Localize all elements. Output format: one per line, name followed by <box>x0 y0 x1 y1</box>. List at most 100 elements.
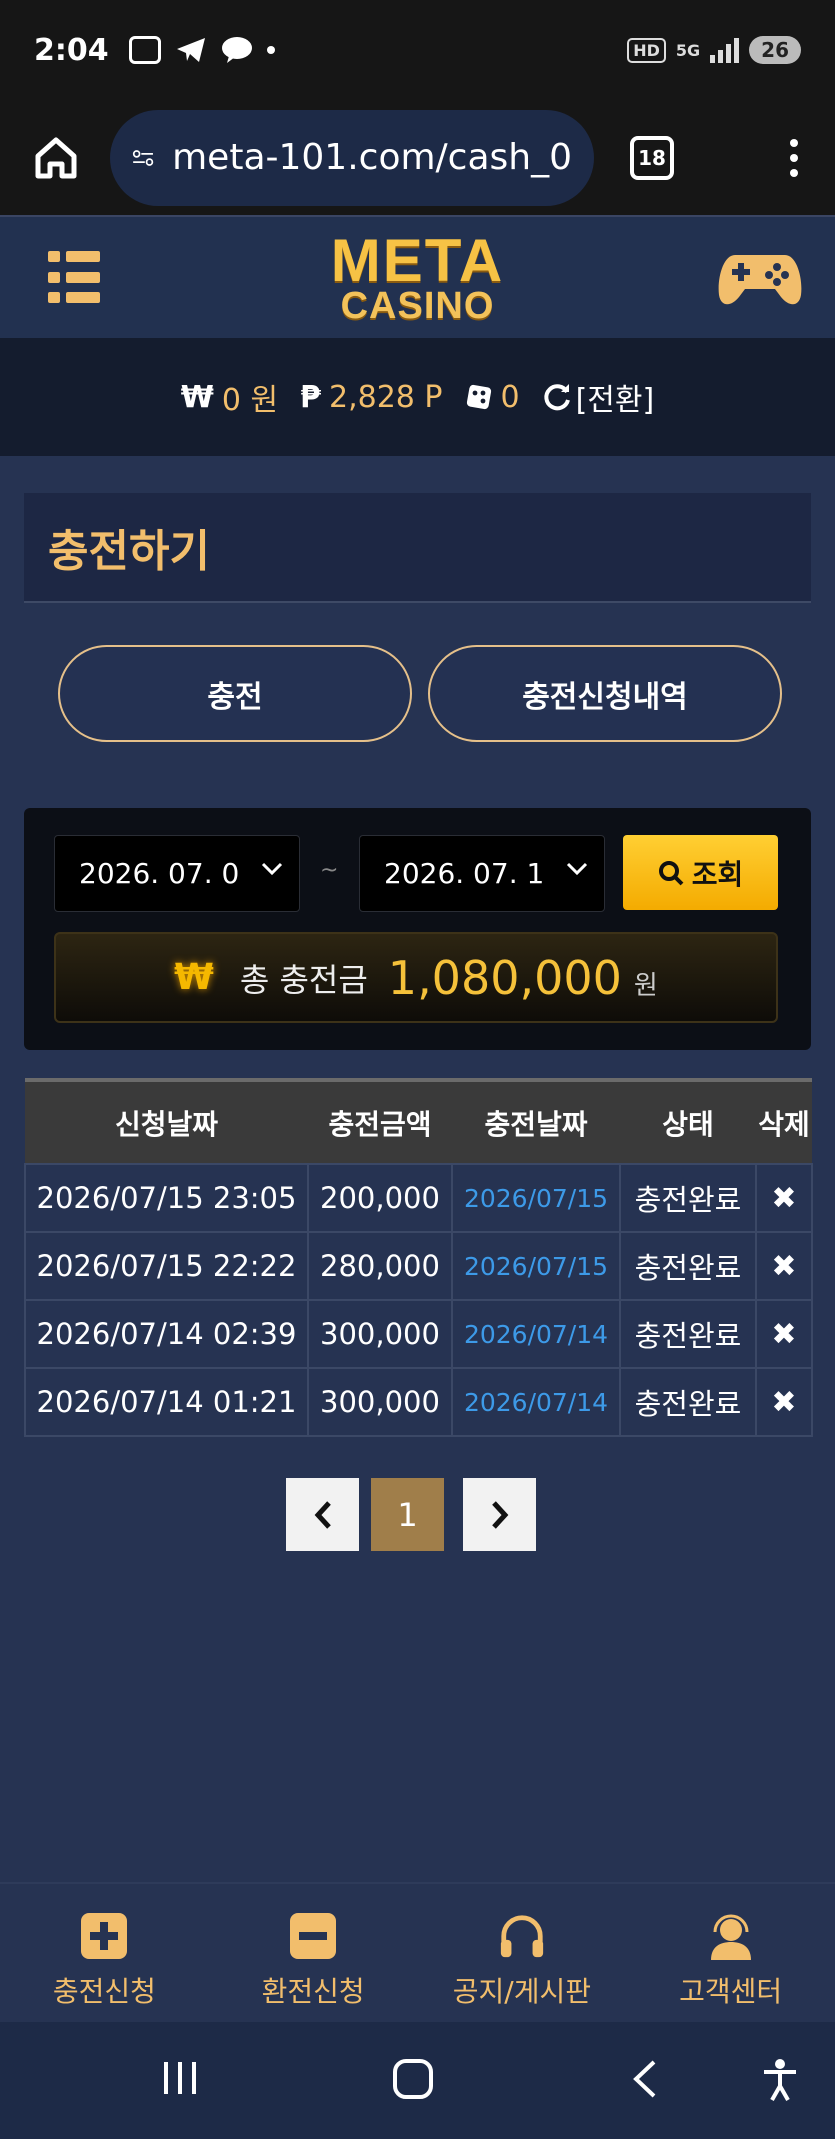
signal-icon <box>710 37 740 63</box>
bottom-nav: 충전신청 환전신청 공지/게시판 고객센터 <box>0 1882 835 2022</box>
point-balance-value: 2,828 P <box>328 379 443 415</box>
amount-cell: 280,000 <box>307 1231 453 1301</box>
table-header-row: 신청날짜 충전금액 충전날짜 상태 삭제 <box>25 1080 812 1164</box>
telegram-icon <box>176 38 205 62</box>
cash-balance: ₩ 0 원 <box>181 375 278 419</box>
column-header-amount: 충전금액 <box>328 1107 432 1141</box>
home-nav-icon[interactable] <box>392 2058 434 2100</box>
delete-button[interactable]: ✖ <box>755 1299 813 1369</box>
headphones-icon <box>498 1912 546 1960</box>
charge-date-cell: 2026/07/14 <box>451 1367 621 1437</box>
total-charge-box: ₩ 총 충전금 1,080,000 원 <box>54 932 778 1023</box>
browser-toolbar: meta-101.com/cash_0 18 <box>0 100 835 215</box>
page-title: 충전하기 <box>48 526 210 577</box>
table-row: 2026/07/15 22:22 280,000 2026/07/15 충전완료… <box>24 1231 813 1301</box>
nav-deposit-request[interactable]: 충전신청 <box>0 1884 209 2022</box>
column-header-status: 상태 <box>662 1107 714 1141</box>
date-from-value: 2026. 07. 0 <box>79 857 240 890</box>
site-logo[interactable]: META CASINO <box>330 226 505 327</box>
nav-withdraw-request[interactable]: 환전신청 <box>209 1884 418 2022</box>
amount-cell: 300,000 <box>307 1367 453 1437</box>
support-agent-icon <box>707 1912 755 1960</box>
site-settings-icon[interactable] <box>132 143 154 173</box>
accessibility-icon[interactable] <box>760 2058 800 2102</box>
amount-cell: 300,000 <box>307 1299 453 1369</box>
talk-icon <box>221 37 252 63</box>
status-cell: 충전완료 <box>619 1231 757 1301</box>
tab-charge-history[interactable]: 충전신청내역 <box>428 645 782 742</box>
notification-icons <box>128 36 275 64</box>
convert-button[interactable]: [전환] <box>542 375 655 419</box>
gamepad-icon[interactable] <box>717 249 803 309</box>
table-row: 2026/07/14 02:39 300,000 2026/07/14 충전완료… <box>24 1299 813 1369</box>
logo-bottom-text: CASINO <box>340 284 495 327</box>
next-page-button[interactable] <box>463 1478 536 1551</box>
total-charge-label: 총 충전금 <box>239 960 368 999</box>
nav-label: 환전신청 <box>261 1975 365 2008</box>
delete-button[interactable]: ✖ <box>755 1163 813 1233</box>
nav-label: 공지/게시판 <box>452 1975 591 2008</box>
browser-menu-button[interactable] <box>779 138 809 177</box>
nav-notice-board[interactable]: 공지/게시판 <box>418 1884 627 2022</box>
status-cell: 충전완료 <box>619 1163 757 1233</box>
screenshot-icon <box>128 36 161 64</box>
delete-button[interactable]: ✖ <box>755 1231 813 1301</box>
chip-icon <box>466 384 491 410</box>
recent-apps-icon[interactable] <box>160 2058 200 2098</box>
apply-date-cell: 2026/07/15 22:22 <box>24 1231 309 1301</box>
won-icon: ₩ <box>174 957 214 998</box>
charge-history-table: 신청날짜 충전금액 충전날짜 상태 삭제 2026/07/15 23:05 20… <box>24 1078 813 1437</box>
apply-date-cell: 2026/07/14 01:21 <box>24 1367 309 1437</box>
status-bar: 2:04 HD 5G 26 <box>0 0 835 100</box>
page-title-box: 충전하기 <box>24 493 811 603</box>
chevron-left-icon <box>314 1500 331 1529</box>
nav-customer-center[interactable]: 고객센터 <box>626 1884 835 2022</box>
back-icon[interactable] <box>630 2058 660 2100</box>
date-to-value: 2026. 07. 1 <box>384 857 545 890</box>
chevron-right-icon <box>491 1500 508 1529</box>
network-5g-icon: 5G <box>675 40 701 60</box>
site-header: META CASINO <box>0 215 835 338</box>
nav-label: 충전신청 <box>52 1975 156 2008</box>
balance-bar: ₩ 0 원 ₱ 2,828 P 0 [전환] <box>0 338 835 456</box>
chevron-down-icon <box>566 862 588 876</box>
charge-date-cell: 2026/07/14 <box>451 1299 621 1369</box>
total-charge-unit: 원 <box>633 971 658 1001</box>
chevron-down-icon <box>261 862 283 876</box>
apply-date-cell: 2026/07/14 02:39 <box>24 1299 309 1369</box>
url-text[interactable]: meta-101.com/cash_0 <box>172 137 572 178</box>
search-button[interactable]: 조회 <box>623 835 778 910</box>
chip-balance: 0 <box>465 380 520 415</box>
apply-date-cell: 2026/07/15 23:05 <box>24 1163 309 1233</box>
table-row: 2026/07/15 23:05 200,000 2026/07/15 충전완료… <box>24 1163 813 1233</box>
amount-cell: 200,000 <box>307 1163 453 1233</box>
previous-page-button[interactable] <box>286 1478 359 1551</box>
chip-balance-value: 0 <box>500 379 520 415</box>
status-time: 2:04 <box>34 32 109 68</box>
home-icon <box>35 137 77 178</box>
page-number-current[interactable]: 1 <box>371 1478 444 1551</box>
point-balance: ₱ 2,828 P <box>300 380 442 415</box>
column-header-charge-date: 충전날짜 <box>484 1107 588 1141</box>
point-icon: ₱ <box>300 379 321 415</box>
logo-top-text: META <box>330 226 505 294</box>
more-notifications-dot <box>266 46 275 54</box>
hd-icon: HD <box>627 37 666 63</box>
delete-button[interactable]: ✖ <box>755 1367 813 1437</box>
search-icon <box>658 860 684 885</box>
table-row: 2026/07/14 01:21 300,000 2026/07/14 충전완료… <box>24 1367 813 1437</box>
column-header-delete: 삭제 <box>758 1107 810 1141</box>
column-header-apply-date: 신청날짜 <box>114 1107 219 1141</box>
home-button[interactable] <box>26 128 86 188</box>
refresh-icon <box>543 384 570 411</box>
status-cell: 충전완료 <box>619 1367 757 1437</box>
won-icon: ₩ <box>180 379 214 415</box>
tab-charge[interactable]: 충전 <box>58 645 412 742</box>
date-from-select[interactable]: 2026. 07. 0 <box>54 835 300 912</box>
date-to-select[interactable]: 2026. 07. 1 <box>359 835 605 912</box>
menu-icon[interactable] <box>48 251 100 303</box>
tab-switcher-button[interactable]: 18 <box>630 135 674 180</box>
address-bar[interactable]: meta-101.com/cash_0 <box>110 109 594 206</box>
system-status: HD 5G 26 <box>627 36 801 64</box>
convert-label[interactable]: [전환] <box>576 375 655 419</box>
